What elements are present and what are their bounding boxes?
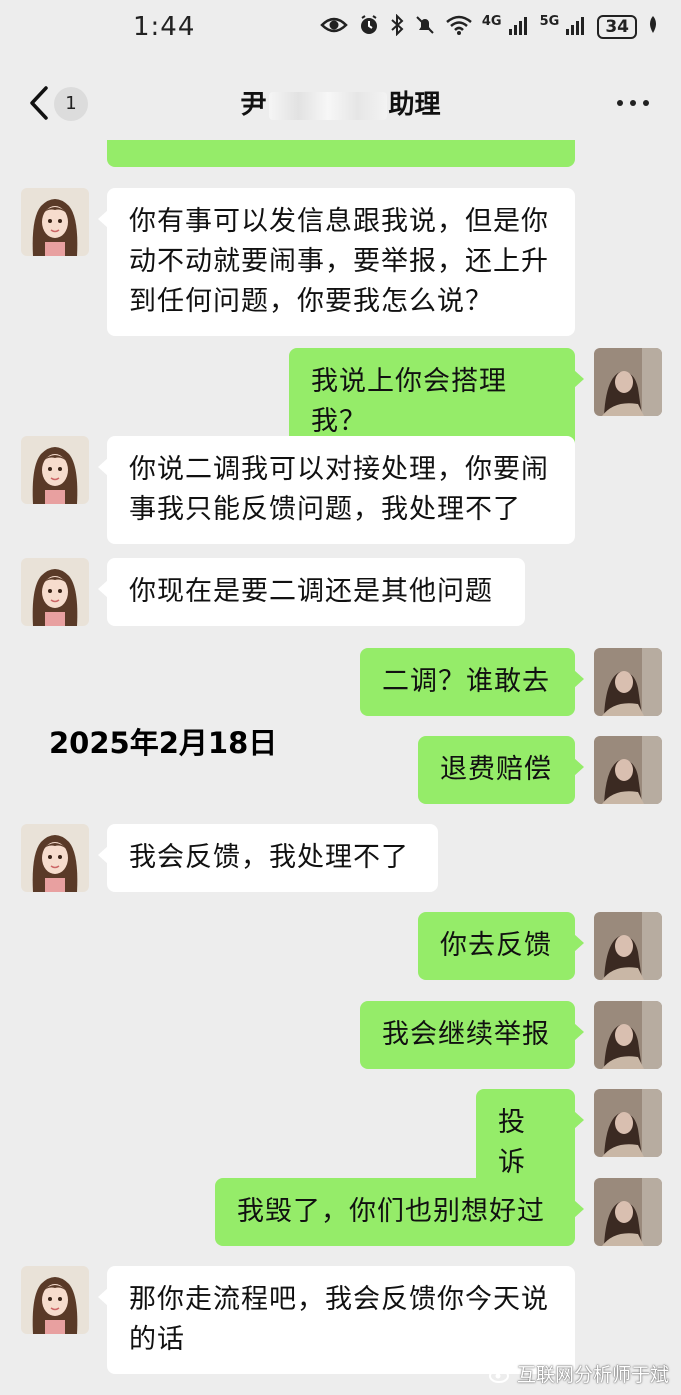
status-icons: 4G 5G 34 <box>320 13 659 39</box>
date-annotation: 2025年2月18日 <box>49 726 278 760</box>
contact-avatar[interactable] <box>21 436 89 504</box>
contact-avatar[interactable] <box>21 188 89 256</box>
user-avatar[interactable] <box>594 736 662 804</box>
watermark: 互联网分析师于斌 <box>488 1360 669 1387</box>
outgoing-message-bubble[interactable]: 退费赔偿 <box>418 736 584 804</box>
network-label-4g: 4G <box>481 14 502 29</box>
outgoing-message-bubble[interactable]: 你去反馈 <box>418 912 584 980</box>
user-avatar[interactable] <box>594 1178 662 1246</box>
incoming-message-bubble[interactable]: 那你走流程吧，我会反馈你今天说的话 <box>98 1266 575 1374</box>
outgoing-message-bubble[interactable]: 我毁了，你们也别想好过 <box>215 1178 584 1246</box>
contact-avatar[interactable] <box>21 558 89 626</box>
outgoing-message-bubble[interactable]: 二调？谁敢去 <box>360 648 584 716</box>
outgoing-message-bubble[interactable]: 我会继续举报 <box>360 1001 584 1069</box>
weibo-logo-icon <box>488 1365 511 1383</box>
incoming-message-bubble[interactable]: 你现在是要二调还是其他问题 <box>98 558 525 626</box>
user-avatar[interactable] <box>594 912 662 980</box>
signal-icon <box>565 15 587 38</box>
user-avatar[interactable] <box>594 648 662 716</box>
contact-avatar[interactable] <box>21 824 89 892</box>
chat-header: 1 尹助理 <box>0 62 681 144</box>
mute-icon <box>414 14 436 39</box>
incoming-message-bubble[interactable]: 你说二调我可以对接处理，你要闹事我只能反馈问题，我处理不了 <box>98 436 575 544</box>
chat-title-right: 助理 <box>388 90 441 120</box>
battery-icon: 34 <box>597 14 637 39</box>
incoming-message-bubble[interactable]: 我会反馈，我处理不了 <box>98 824 438 892</box>
status-bar: 1:44 4G 5G 34 <box>0 0 681 62</box>
cropped-message-bubble <box>107 140 575 167</box>
chat-title-left: 尹 <box>240 90 267 120</box>
message-list[interactable]: 你有事可以发信息跟我说，但是你动不动就要闹事，要举报，还上升到任何问题，你要我怎… <box>0 140 681 1395</box>
contact-avatar[interactable] <box>21 1266 89 1334</box>
wifi-icon <box>446 15 472 38</box>
redacted-name-block <box>268 91 387 120</box>
user-avatar[interactable] <box>594 348 662 416</box>
incoming-message-bubble[interactable]: 你有事可以发信息跟我说，但是你动不动就要闹事，要举报，还上升到任何问题，你要我怎… <box>98 188 575 336</box>
alarm-icon <box>358 14 380 39</box>
status-time: 1:44 <box>133 12 196 42</box>
signal-icon <box>508 15 530 38</box>
chat-title: 尹 助理 <box>0 84 681 121</box>
watermark-text: 互联网分析师于斌 <box>516 1364 669 1386</box>
eye-icon <box>320 15 348 38</box>
network-label-5g: 5G <box>539 14 560 29</box>
user-avatar[interactable] <box>594 1089 662 1157</box>
user-avatar[interactable] <box>594 1001 662 1069</box>
more-dots-icon[interactable] <box>617 100 649 106</box>
leaf-icon <box>647 15 659 38</box>
bluetooth-icon <box>390 13 404 39</box>
